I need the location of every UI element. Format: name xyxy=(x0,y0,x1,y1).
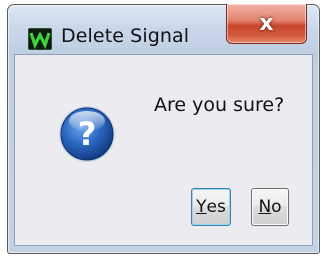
no-button[interactable]: No xyxy=(251,188,289,226)
yes-label: es xyxy=(206,197,226,217)
dialog-content: ? Are you sure? Yes No xyxy=(14,54,313,246)
window-title: Delete Signal xyxy=(61,25,190,47)
question-icon: ? xyxy=(57,104,117,164)
yes-button[interactable]: Yes xyxy=(191,188,231,226)
no-mnemonic: N xyxy=(258,197,272,217)
close-button[interactable]: x xyxy=(226,4,307,44)
waveform-app-icon xyxy=(28,28,52,50)
no-label: o xyxy=(271,197,282,217)
yes-mnemonic: Y xyxy=(196,197,207,217)
close-icon: x xyxy=(259,11,274,36)
title-bar[interactable]: Delete Signal x xyxy=(8,4,319,59)
dialog-window: Delete Signal x ? Are you sure? Y es N o xyxy=(7,4,320,254)
confirm-message: Are you sure? xyxy=(154,94,285,116)
svg-text:?: ? xyxy=(78,115,97,153)
